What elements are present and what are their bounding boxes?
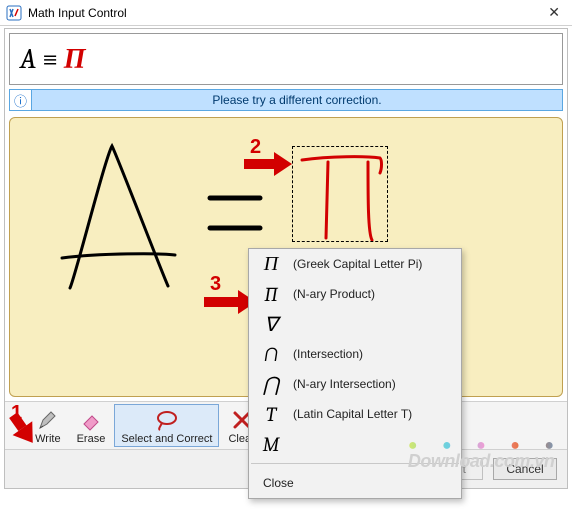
window-title: Math Input Control bbox=[28, 6, 542, 20]
correction-option[interactable]: T (Latin Capital Letter T) bbox=[249, 399, 461, 429]
preview-equiv: ≡ bbox=[42, 43, 58, 75]
titlebar: Math Input Control ✕ bbox=[0, 0, 572, 26]
preview-pi: Π bbox=[64, 43, 86, 76]
symbol-nabla: ∇ bbox=[259, 312, 283, 336]
correction-option[interactable]: ∇ bbox=[249, 309, 461, 339]
lasso-icon bbox=[154, 407, 180, 433]
info-icon: ⓘ bbox=[10, 90, 32, 110]
watermark: Download.com.vn bbox=[408, 437, 564, 472]
preview-A: A bbox=[20, 43, 36, 75]
close-icon[interactable]: ✕ bbox=[542, 4, 566, 21]
tool-select-correct-label: Select and Correct bbox=[121, 433, 212, 445]
symbol-desc: (N-ary Product) bbox=[293, 287, 375, 301]
tool-erase[interactable]: Erase bbox=[70, 404, 113, 447]
popup-close[interactable]: Close bbox=[249, 468, 461, 498]
symbol-desc: (Latin Capital Letter T) bbox=[293, 407, 412, 421]
correction-option[interactable]: ⋂ (N-ary Intersection) bbox=[249, 369, 461, 399]
symbol-capital-t: T bbox=[259, 403, 283, 426]
symbol-nary-intersection: ⋂ bbox=[259, 372, 283, 396]
equation-preview: A ≡ Π bbox=[9, 33, 563, 85]
symbol-desc: (Intersection) bbox=[293, 347, 363, 361]
correction-option[interactable]: ∏ (N-ary Product) bbox=[249, 279, 461, 309]
symbol-intersection: ∩ bbox=[259, 343, 283, 366]
message-text: Please try a different correction. bbox=[32, 93, 562, 107]
symbol-desc: (N-ary Intersection) bbox=[293, 377, 396, 391]
tool-erase-label: Erase bbox=[77, 433, 106, 445]
arrow-icon bbox=[244, 152, 292, 176]
eraser-icon bbox=[80, 407, 102, 433]
message-bar: ⓘ Please try a different correction. bbox=[9, 89, 563, 111]
symbol-pi: Π bbox=[259, 252, 283, 276]
symbol-capital-m: M bbox=[259, 433, 283, 456]
pen-icon bbox=[37, 407, 59, 433]
symbol-desc: (Greek Capital Letter Pi) bbox=[293, 257, 422, 271]
popup-close-label: Close bbox=[263, 476, 294, 490]
correction-option[interactable]: ∩ (Intersection) bbox=[249, 339, 461, 369]
selection-box[interactable] bbox=[292, 146, 388, 242]
app-icon bbox=[6, 5, 22, 21]
correction-option[interactable]: Π (Greek Capital Letter Pi) bbox=[249, 249, 461, 279]
tool-select-correct[interactable]: Select and Correct bbox=[114, 404, 219, 447]
symbol-nary-product: ∏ bbox=[259, 283, 283, 306]
